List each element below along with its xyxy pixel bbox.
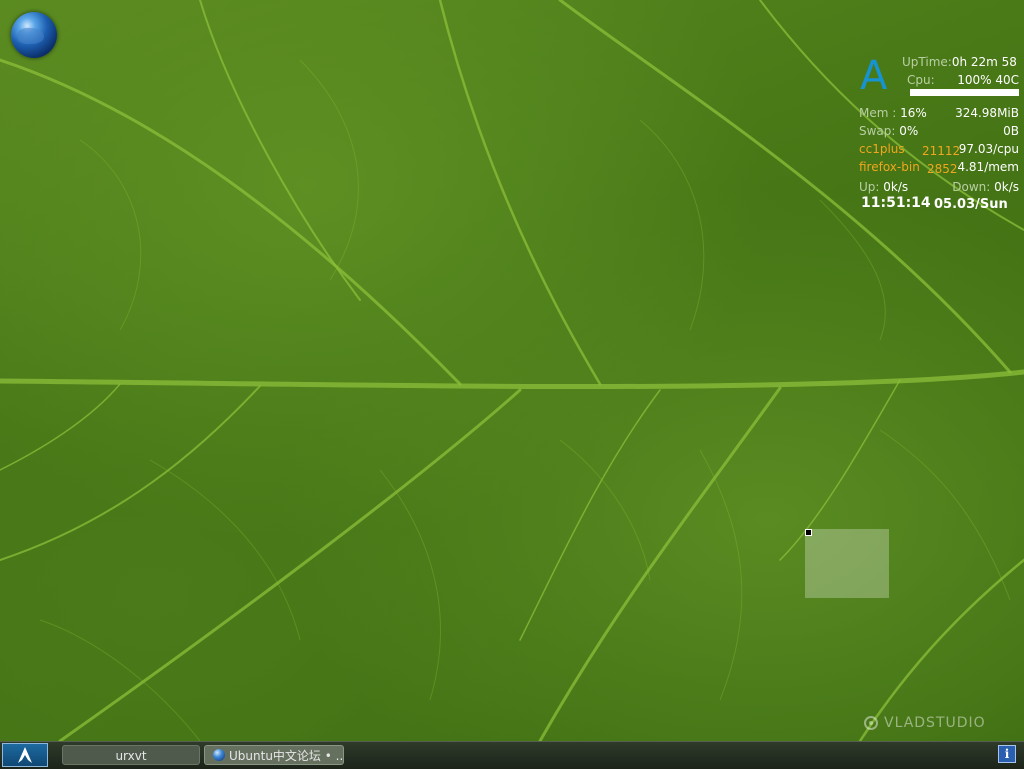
swap-percent: 0% <box>899 124 919 138</box>
start-menu-button[interactable] <box>2 743 48 767</box>
swap-row: Swap: 0% 0B <box>859 123 1019 139</box>
arch-logo-icon: A <box>860 53 888 99</box>
selection-rectangle <box>805 529 889 598</box>
watermark-text: VLADSTUDIO <box>884 715 986 731</box>
cpu-value: 100% 40C <box>957 73 1019 87</box>
process-name: cc1plus <box>859 142 905 156</box>
clock-date: 05.03/Sun <box>934 197 1008 212</box>
swap-label: Swap: <box>859 124 896 138</box>
mem-value: 324.98MiB <box>955 106 1019 120</box>
taskbar-item-label: Ubuntu中文论坛 • ... <box>229 749 344 763</box>
process-value: 4.81/mem <box>957 160 1019 174</box>
uptime-row: UpTime:0h 22m 58 <box>902 54 1019 70</box>
globe-icon[interactable] <box>11 12 57 58</box>
process-pid: 2852 <box>927 162 958 176</box>
swap-value: 0B <box>1003 124 1019 138</box>
conky-system-monitor: A UpTime:0h 22m 58 Cpu: 100% 40C Mem : 1… <box>856 52 1022 222</box>
up-label: Up: <box>859 180 880 194</box>
vladstudio-logo-icon <box>864 716 878 730</box>
process-row: firefox-bin 2852 4.81/mem <box>859 159 1019 176</box>
mem-label: Mem : <box>859 106 897 120</box>
mem-row: Mem : 16% 324.98MiB <box>859 105 1019 121</box>
arch-logo-icon <box>18 747 32 763</box>
cpu-usage-bar <box>910 89 1019 96</box>
network-row: Up: 0k/s Down: 0k/s <box>859 179 1019 195</box>
down-label: Down: <box>952 180 991 194</box>
taskbar: urxvt Ubuntu中文论坛 • ... i <box>0 741 1024 769</box>
uptime-label: UpTime: <box>902 55 952 69</box>
process-name: firefox-bin <box>859 160 920 174</box>
down-value: 0k/s <box>994 180 1019 194</box>
uptime-value: 0h 22m 58 <box>951 55 1017 69</box>
clock-time: 11:51:14 <box>861 195 931 211</box>
process-row: cc1plus 21112 97.03/cpu <box>859 141 1019 158</box>
mouse-pointer <box>805 529 812 536</box>
taskbar-item-urxvt[interactable]: urxvt <box>62 745 200 765</box>
globe-icon <box>213 749 225 761</box>
watermark: VLADSTUDIO <box>864 715 986 731</box>
process-value: 97.03/cpu <box>958 142 1019 156</box>
process-pid: 21112 <box>922 144 961 158</box>
cpu-row: Cpu: 100% 40C <box>907 72 1019 88</box>
taskbar-item-browser[interactable]: Ubuntu中文论坛 • ... <box>204 745 344 765</box>
down-group: Down: 0k/s <box>952 179 1019 195</box>
info-icon[interactable]: i <box>998 745 1016 763</box>
up-value: 0k/s <box>883 180 909 194</box>
mem-percent: 16% <box>900 106 927 120</box>
cpu-label: Cpu: <box>907 73 935 87</box>
